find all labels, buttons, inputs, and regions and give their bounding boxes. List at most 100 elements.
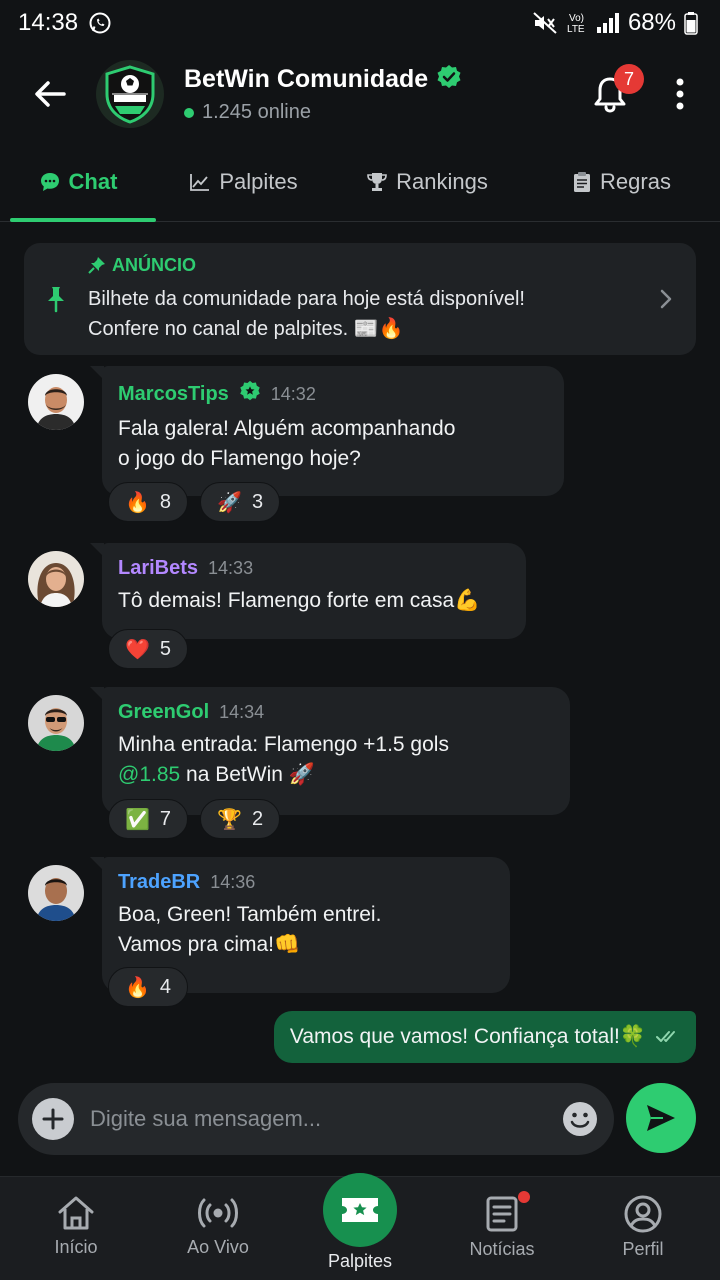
reaction-list: 🔥 4 bbox=[108, 967, 189, 1007]
plus-icon bbox=[42, 1108, 64, 1130]
message-line: Vamos pra cima!👊 bbox=[118, 933, 301, 956]
home-icon bbox=[58, 1196, 94, 1230]
whatsapp-icon bbox=[88, 11, 112, 35]
reaction-chip[interactable]: 🏆 2 bbox=[200, 799, 281, 839]
nav-palpites-label: Palpites bbox=[327, 1251, 393, 1271]
nav-palpites[interactable] bbox=[320, 1173, 400, 1253]
pushpin-icon bbox=[48, 287, 64, 313]
avatar[interactable] bbox=[28, 695, 84, 751]
nav-ao-vivo-label: Ao Vivo bbox=[187, 1237, 249, 1257]
message-line: Tô demais! Flamengo forte em casa💪 bbox=[118, 589, 481, 612]
nav-perfil[interactable]: Perfil bbox=[573, 1177, 713, 1280]
reaction-chip[interactable]: ❤️ 5 bbox=[108, 629, 189, 669]
reaction-chip[interactable]: 🔥 8 bbox=[108, 482, 189, 522]
announcement-card[interactable]: ANÚNCIO Bilhete da comunidade para hoje … bbox=[24, 243, 696, 355]
tab-regras-label: Regras bbox=[600, 168, 671, 194]
announcement-label: ANÚNCIO bbox=[112, 254, 196, 275]
message-composer bbox=[18, 1083, 614, 1155]
reaction-count: 8 bbox=[159, 490, 172, 513]
news-unread-dot bbox=[518, 1191, 530, 1203]
reaction-chip[interactable]: 🚀 3 bbox=[200, 482, 281, 522]
message-time: 14:33 bbox=[208, 558, 254, 578]
tab-bar: Chat Palpites Rankings Regras bbox=[0, 142, 720, 222]
svg-text:LTE: LTE bbox=[567, 24, 585, 35]
message-bubble[interactable]: LariBets 14:33 Tô demais! Flamengo forte… bbox=[90, 543, 526, 639]
emoji-button[interactable] bbox=[560, 1099, 600, 1139]
double-check-icon bbox=[656, 1031, 675, 1042]
message-bubble[interactable]: MarcosTips 14:32 Fala galera! Alguém aco… bbox=[90, 366, 564, 496]
tab-rankings-label: Rankings bbox=[396, 168, 488, 194]
tab-palpites[interactable]: Palpites bbox=[156, 142, 331, 221]
tab-rankings[interactable]: Rankings bbox=[331, 142, 523, 221]
check-emoji-icon: ✅ bbox=[125, 808, 150, 831]
online-count: 1.245 online bbox=[202, 101, 311, 123]
announcement-line-1: Bilhete da comunidade para hoje está dis… bbox=[88, 287, 525, 310]
heart-emoji-icon: ❤️ bbox=[125, 638, 150, 661]
nav-noticias[interactable]: Notícias bbox=[432, 1177, 572, 1280]
message-line: Minha entrada: Flamengo +1.5 gols bbox=[118, 733, 449, 756]
rocket-emoji-icon: 🚀 bbox=[217, 491, 242, 514]
message-author[interactable]: MarcosTips bbox=[118, 383, 229, 406]
nav-palpites-button[interactable] bbox=[323, 1173, 397, 1247]
tab-chat[interactable]: Chat bbox=[0, 142, 156, 222]
battery-percent: 68% bbox=[627, 9, 676, 36]
odds-value[interactable]: @1.85 bbox=[118, 763, 180, 786]
volte-icon: Vo) LTE bbox=[566, 11, 588, 35]
nav-ao-vivo[interactable]: Ao Vivo bbox=[148, 1177, 288, 1280]
avatar[interactable] bbox=[28, 551, 84, 607]
message-author[interactable]: TradeBR bbox=[118, 871, 200, 894]
message-time: 14:36 bbox=[210, 872, 256, 892]
message-author[interactable]: GreenGol bbox=[118, 701, 209, 724]
back-button[interactable] bbox=[20, 64, 80, 124]
fire-emoji-icon: 🔥 bbox=[125, 976, 150, 999]
status-bar: 14:38 Vo) LTE 68% bbox=[0, 0, 720, 46]
reaction-list: ❤️ 5 bbox=[108, 629, 189, 669]
avatar[interactable] bbox=[28, 865, 84, 921]
reaction-count: 3 bbox=[251, 490, 264, 513]
reaction-count: 5 bbox=[159, 637, 172, 660]
reaction-chip[interactable]: ✅ 7 bbox=[108, 799, 189, 839]
own-message-bubble[interactable]: Vamos que vamos! Confiança total!🍀 bbox=[273, 1011, 696, 1063]
profile-icon bbox=[624, 1195, 662, 1233]
message-author[interactable]: LariBets bbox=[118, 557, 198, 580]
send-button[interactable] bbox=[626, 1083, 696, 1153]
notifications-button[interactable]: 7 bbox=[582, 64, 644, 122]
status-time: 14:38 bbox=[18, 9, 79, 36]
more-options-button[interactable] bbox=[660, 66, 700, 122]
announcement-line-2: Confere no canal de palpites. 📰🔥 bbox=[88, 317, 404, 340]
svg-text:Vo): Vo) bbox=[569, 13, 584, 24]
reaction-count: 7 bbox=[159, 807, 172, 830]
message-line: Fala galera! Alguém acompanhando bbox=[118, 417, 456, 440]
message-text: Fala galera! Alguém acompanhando o jogo … bbox=[118, 414, 546, 474]
clipboard-icon bbox=[574, 171, 591, 192]
avatar[interactable] bbox=[28, 374, 84, 430]
tab-palpites-label: Palpites bbox=[219, 168, 298, 194]
message-line-suffix: na BetWin 🚀 bbox=[180, 763, 315, 786]
mute-icon bbox=[532, 11, 558, 35]
nav-inicio[interactable]: Início bbox=[6, 1177, 146, 1280]
live-broadcast-icon bbox=[198, 1198, 238, 1228]
reaction-chip[interactable]: 🔥 4 bbox=[108, 967, 189, 1007]
message-time: 14:34 bbox=[219, 702, 265, 722]
chevron-right-icon bbox=[660, 289, 672, 309]
online-dot bbox=[184, 107, 194, 118]
group-avatar[interactable] bbox=[96, 60, 164, 128]
message-bubble[interactable]: GreenGol 14:34 Minha entrada: Flamengo +… bbox=[90, 687, 570, 815]
arrow-left-icon bbox=[35, 81, 66, 107]
attach-button[interactable] bbox=[32, 1098, 74, 1140]
chat-bubble-icon bbox=[40, 172, 59, 191]
group-name: BetWin Comunidade bbox=[184, 65, 429, 93]
reaction-count: 2 bbox=[251, 807, 264, 830]
chat-header: BetWin Comunidade 1.245 online 7 bbox=[0, 46, 720, 142]
signal-icon bbox=[596, 12, 620, 34]
battery-icon bbox=[684, 11, 698, 35]
own-message-text: Vamos que vamos! Confiança total!🍀 bbox=[289, 1025, 646, 1048]
tab-regras[interactable]: Regras bbox=[523, 142, 720, 221]
reaction-count: 4 bbox=[159, 975, 172, 998]
verified-badge-icon bbox=[239, 380, 261, 408]
trophy-icon bbox=[367, 172, 387, 191]
online-status: 1.245 online bbox=[184, 101, 582, 124]
message-input[interactable] bbox=[90, 1095, 560, 1143]
message-text: Boa, Green! Também entrei. Vamos pra cim… bbox=[118, 900, 492, 960]
nav-noticias-label: Notícias bbox=[469, 1239, 535, 1259]
